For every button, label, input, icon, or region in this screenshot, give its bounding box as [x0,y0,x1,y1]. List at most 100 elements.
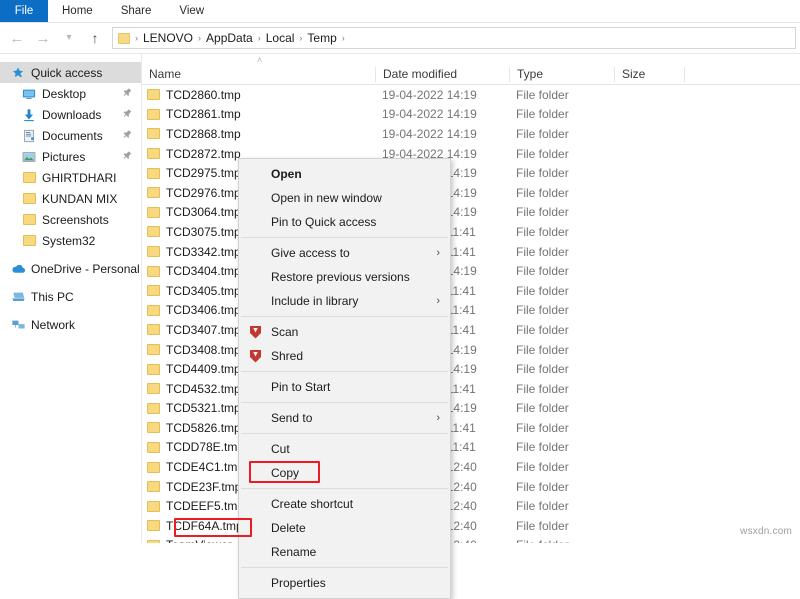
star-pin-icon [10,65,26,81]
table-row[interactable]: TCD2860.tmp 19-04-2022 14:19 File folder [142,85,800,105]
chevron-right-icon: › [436,295,440,307]
sidebar-item-ghirtdhari[interactable]: GHIRTDHARI [0,167,141,188]
breadcrumb-lenovo[interactable]: LENOVO [140,31,196,45]
file-name-label: TCDF64A.tmp [166,518,243,533]
menu-item-label: Copy [271,466,300,480]
sidebar-item-label: This PC [31,289,74,304]
file-name-label: TCD3405.tmp [166,283,241,298]
folder-icon [147,246,160,258]
menu-item-shred[interactable]: Shred [239,344,450,368]
menu-item-create-shortcut[interactable]: Create shortcut [239,492,450,516]
sidebar-item-system32[interactable]: System32 [0,230,141,251]
sidebar-item-quick-access[interactable]: Quick access [0,62,151,83]
menu-item-label: Give access to [271,246,350,260]
file-type-cell: File folder [516,146,569,161]
tab-file-label: File [14,5,34,17]
file-name-label: TCD2868.tmp [166,126,241,141]
pin-icon[interactable] [118,148,134,164]
context-menu[interactable]: Open Open in new window Pin to Quick acces… [238,158,451,599]
menu-item-properties[interactable]: Properties [239,571,450,595]
menu-item-copy[interactable]: Copy [239,461,450,485]
menu-item-send-to[interactable]: Send to › [239,406,450,430]
file-name-cell: TCD2860.tmp [142,88,375,102]
address-bar[interactable]: › LENOVO › AppData › Local › Temp › [112,27,796,49]
tab-file[interactable]: File [0,0,48,22]
sidebar-item-label: System32 [42,233,96,248]
sidebar-item-label: KUNDAN MIX [42,191,118,206]
sidebar-item-screenshots[interactable]: Screenshots [0,209,141,230]
sidebar-item-documents[interactable]: Documents [0,125,141,146]
pin-icon[interactable] [118,85,134,101]
tab-home[interactable]: Home [48,0,107,22]
folder-icon [147,128,160,140]
up-button[interactable]: ↑ [82,25,108,51]
tab-share[interactable]: Share [107,0,166,22]
breadcrumb-local[interactable]: Local [263,31,298,45]
file-name-label: TCD3064.tmp [166,205,241,220]
menu-item-cut[interactable]: Cut [239,437,450,461]
sidebar-item-onedrive-personal[interactable]: OneDrive - Personal [0,258,141,279]
sidebar-item-network[interactable]: Network [0,314,141,335]
menu-item-pin-to-start[interactable]: Pin to Start [239,375,450,399]
sidebar-item-desktop[interactable]: Desktop [0,83,141,104]
menu-separator [241,402,448,403]
file-type-cell: File folder [516,322,569,337]
folder-icon [147,461,160,473]
forward-button[interactable]: → [30,25,56,51]
file-name-label: TCD2861.tmp [166,107,241,122]
file-name-label: TCD2975.tmp [166,166,241,181]
breadcrumb-separator: › [198,33,202,43]
back-button[interactable]: ← [4,25,30,51]
file-type-cell: File folder [516,107,569,122]
menu-item-label: Rename [271,545,317,559]
file-type-cell: File folder [516,460,569,475]
menu-item-pin-to-quick-access[interactable]: Pin to Quick access [239,210,450,234]
menu-item-include-in-library[interactable]: Include in library › [239,289,450,313]
sidebar-item-kundan-mix[interactable]: KUNDAN MIX [0,188,141,209]
network-icon [10,317,26,333]
file-type-cell: File folder [516,264,569,279]
column-header-date-modified[interactable]: Date modified [375,66,509,82]
breadcrumb-temp[interactable]: Temp [304,31,339,45]
sidebar-item-downloads[interactable]: Downloads [0,104,141,125]
table-row[interactable]: TCD2868.tmp 19-04-2022 14:19 File folder [142,124,800,144]
folder-icon [147,324,160,336]
menu-item-label: Pin to Quick access [271,215,377,229]
file-name-label: TCD2860.tmp [166,87,241,102]
menu-item-rename[interactable]: Rename [239,540,450,564]
menu-item-open[interactable]: Open [239,162,450,186]
folder-icon [147,206,160,218]
table-row[interactable]: TCD2861.tmp 19-04-2022 14:19 File folder [142,105,800,125]
menu-item-open-in-new-window[interactable]: Open in new window [239,186,450,210]
menu-separator [241,567,448,568]
recent-locations-button[interactable]: ▾ [56,25,82,51]
column-header-size[interactable]: Size [614,66,684,82]
menu-item-delete[interactable]: Delete [239,516,450,540]
sidebar-item-this-pc[interactable]: This PC [0,286,141,307]
column-header-type[interactable]: Type [509,66,614,82]
documents-icon [21,128,37,144]
file-type-cell: File folder [516,205,569,220]
breadcrumb-appdata[interactable]: AppData [203,31,256,45]
menu-item-scan[interactable]: Scan [239,320,450,344]
sidebar-item-label: Network [31,317,76,332]
folder-icon [147,539,160,543]
folder-icon [147,481,160,493]
file-name-label: TCD2872.tmp [166,146,241,161]
column-header-name[interactable]: Name [142,67,375,82]
menu-separator [241,488,448,489]
file-date-cell: 19-04-2022 14:19 [382,107,477,122]
menu-item-give-access-to[interactable]: Give access to › [239,241,450,265]
chevron-right-icon: › [436,412,440,424]
menu-item-restore-previous-versions[interactable]: Restore previous versions [239,265,450,289]
menu-item-label: Open in new window [271,191,382,205]
folder-icon [147,265,160,277]
pin-icon[interactable] [118,106,134,122]
file-name-label: TCD3342.tmp [166,244,241,259]
sidebar-item-label: Documents [42,128,103,143]
tab-view[interactable]: View [165,0,218,22]
sidebar-item-pictures[interactable]: Pictures [0,146,141,167]
pin-icon[interactable] [118,127,134,143]
menu-item-label: Restore previous versions [271,270,410,284]
menu-separator [241,371,448,372]
